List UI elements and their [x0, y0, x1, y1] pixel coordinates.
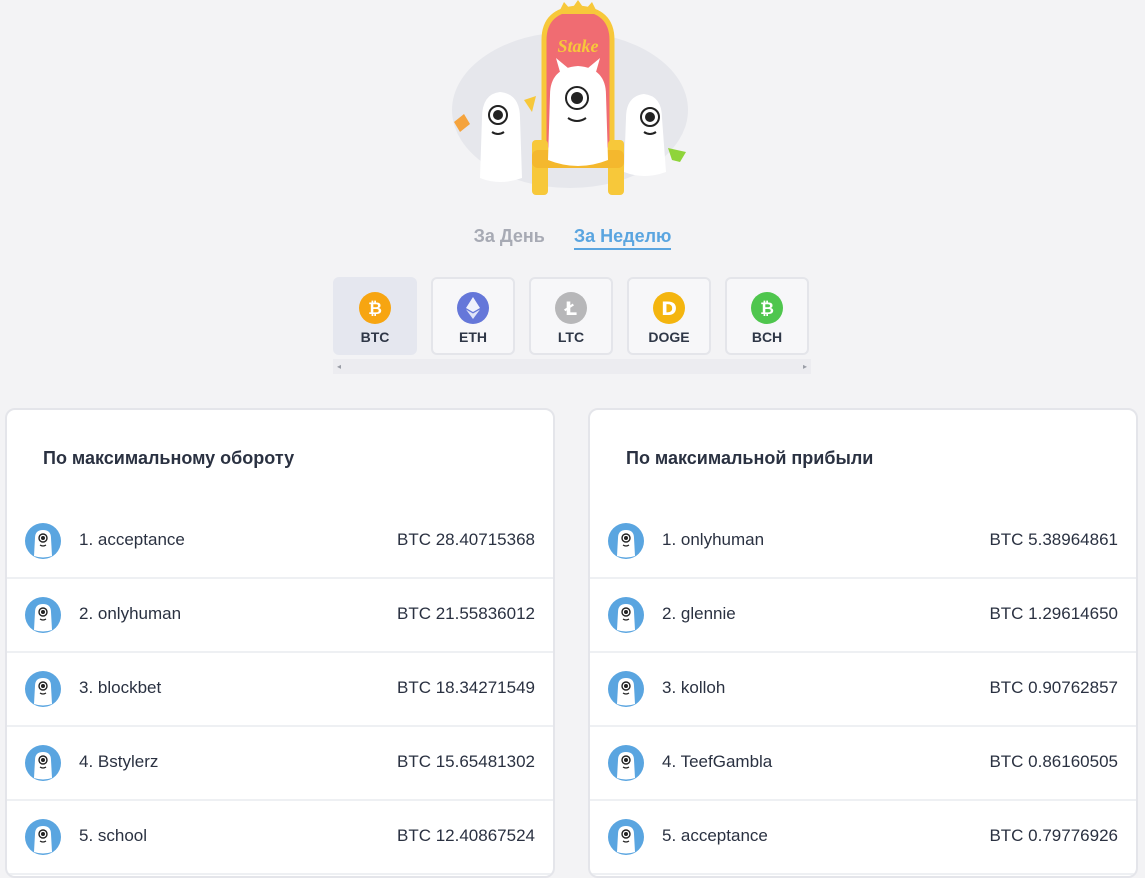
currency-label: DOGE — [648, 329, 690, 345]
currency-label: LTC — [557, 329, 585, 345]
leaderboard-row[interactable]: 4. TeefGambla BTC 0.86160505 — [590, 727, 1136, 801]
leaderboard-rows: 1. onlyhuman BTC 5.38964861 2. glennie BTC … — [590, 505, 1136, 875]
currency-ltc-button[interactable]: Ł LTC — [529, 277, 613, 355]
period-tabs: За День За Неделю — [0, 226, 1145, 250]
leaderboard-row[interactable]: 5. acceptance BTC 0.79776926 — [590, 801, 1136, 875]
horizontal-scrollbar[interactable]: ◂ ▸ — [333, 359, 811, 374]
player-amount: BTC 1.29614650 — [989, 604, 1118, 623]
scroll-right-arrow-icon[interactable]: ▸ — [803, 362, 807, 371]
player-name[interactable]: 1. acceptance — [79, 530, 185, 550]
currency-doge-button[interactable]: D DOGE — [627, 277, 711, 355]
scroll-left-arrow-icon[interactable]: ◂ — [337, 362, 341, 371]
player-name[interactable]: 4. Bstylerz — [79, 752, 158, 772]
player-name[interactable]: 1. onlyhuman — [662, 530, 764, 550]
player-amount: BTC 21.55836012 — [397, 604, 535, 623]
profit-leaderboard: По максимальной прибыли 1. onlyhuman BTC … — [588, 408, 1138, 878]
player-name[interactable]: 4. TeefGambla — [662, 752, 772, 772]
svg-text:Ł: Ł — [564, 298, 577, 320]
leaderboard-row[interactable]: 4. Bstylerz BTC 15.65481302 — [7, 727, 553, 801]
leaderboard-row[interactable]: 2. glennie BTC 1.29614650 — [590, 579, 1136, 653]
user-avatar-icon — [608, 523, 644, 559]
user-avatar-icon — [25, 745, 61, 781]
user-avatar-icon — [608, 745, 644, 781]
user-avatar-icon — [25, 819, 61, 855]
tab-week[interactable]: За Неделю — [573, 226, 672, 250]
svg-text:₿: ₿ — [368, 299, 382, 319]
currency-label: BTC — [360, 329, 390, 345]
tab-day[interactable]: За День — [474, 226, 545, 247]
bitcoin-icon: ₿ — [359, 292, 391, 324]
leaderboard-row[interactable]: 1. onlyhuman BTC 5.38964861 — [590, 505, 1136, 579]
user-avatar-icon — [25, 671, 61, 707]
svg-text:D: D — [661, 298, 677, 320]
player-amount: BTC 0.90762857 — [989, 678, 1118, 697]
leaderboard-row[interactable]: 1. acceptance BTC 28.40715368 — [7, 505, 553, 579]
player-name[interactable]: 3. kolloh — [662, 678, 725, 698]
player-amount: BTC 5.38964861 — [989, 530, 1118, 549]
player-name[interactable]: 5. acceptance — [662, 826, 768, 846]
svg-text:Stake: Stake — [557, 36, 598, 56]
litecoin-icon: Ł — [555, 292, 587, 324]
player-amount: BTC 0.79776926 — [989, 826, 1118, 845]
user-avatar-icon — [25, 523, 61, 559]
currency-label: BCH — [751, 329, 783, 345]
dogecoin-icon: D — [653, 292, 685, 324]
leaderboard-title: По максимальной прибыли — [626, 448, 874, 468]
bitcoin-cash-icon: ₿ — [751, 292, 783, 324]
currency-btc-button[interactable]: ₿ BTC — [333, 277, 417, 355]
player-amount: BTC 18.34271549 — [397, 678, 535, 697]
turnover-leaderboard: По максимальному обороту 1. acceptance BT… — [5, 408, 555, 878]
player-name[interactable]: 2. onlyhuman — [79, 604, 181, 624]
user-avatar-icon — [608, 671, 644, 707]
ethereum-icon — [457, 292, 489, 324]
currency-selector: ₿ BTC ETH Ł LTC D DOGE ₿ BCH ◂ ▸ — [333, 277, 811, 374]
leaderboard-title: По максимальному обороту — [43, 448, 295, 468]
leaderboard-row[interactable]: 3. kolloh BTC 0.90762857 — [590, 653, 1136, 727]
user-avatar-icon — [25, 597, 61, 633]
leaderboard-row[interactable]: 5. school BTC 12.40867524 — [7, 801, 553, 875]
svg-text:₿: ₿ — [760, 299, 774, 319]
user-avatar-icon — [608, 597, 644, 633]
player-amount: BTC 28.40715368 — [397, 530, 535, 549]
currency-eth-button[interactable]: ETH — [431, 277, 515, 355]
player-amount: BTC 15.65481302 — [397, 752, 535, 771]
player-name[interactable]: 5. school — [79, 826, 147, 846]
player-name[interactable]: 3. blockbet — [79, 678, 161, 698]
currency-bch-button[interactable]: ₿ BCH — [725, 277, 809, 355]
stake-mascot-illustration: Stake — [452, 0, 688, 195]
leaderboard-rows: 1. acceptance BTC 28.40715368 2. onlyhuman… — [7, 505, 553, 875]
currency-label: ETH — [459, 329, 487, 345]
user-avatar-icon — [608, 819, 644, 855]
player-name[interactable]: 2. glennie — [662, 604, 736, 624]
player-amount: BTC 12.40867524 — [397, 826, 535, 845]
player-amount: BTC 0.86160505 — [989, 752, 1118, 771]
leaderboard-row[interactable]: 2. onlyhuman BTC 21.55836012 — [7, 579, 553, 653]
leaderboard-row[interactable]: 3. blockbet BTC 18.34271549 — [7, 653, 553, 727]
